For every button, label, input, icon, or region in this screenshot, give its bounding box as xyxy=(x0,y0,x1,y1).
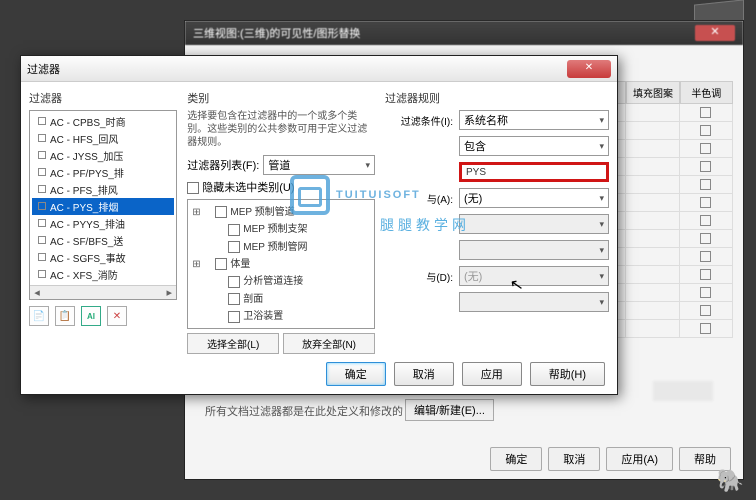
select-all-button[interactable]: 选择全部(L) xyxy=(187,333,279,354)
and2-combo: (无) xyxy=(459,266,609,286)
copy-filter-icon[interactable]: 📋 xyxy=(55,306,75,326)
filter-item[interactable]: AC - PF/PYS_排 xyxy=(32,164,174,181)
category-item[interactable]: MEP 预制管网 xyxy=(190,237,372,254)
bg-cancel-button[interactable]: 取消 xyxy=(548,447,600,471)
filter-item[interactable]: AC - SF/BFS_送 xyxy=(32,232,174,249)
category-item[interactable]: 分析管道连接 xyxy=(190,271,372,288)
tree-scrollbar[interactable]: ◂▸ xyxy=(30,285,176,299)
cancel-button[interactable]: 取消 xyxy=(394,362,454,386)
apply-button[interactable]: 应用 xyxy=(462,362,522,386)
filter-item[interactable]: AC - JYSS_加压 xyxy=(32,147,174,164)
bg-th-3: 半色调 xyxy=(680,81,733,104)
bg-arrow xyxy=(653,381,713,401)
filter-item[interactable]: AC - PFS_排风 xyxy=(32,181,174,198)
deselect-all-button[interactable]: 放弃全部(N) xyxy=(283,333,375,354)
filter-item[interactable]: AC - SGFS_事故 xyxy=(32,249,174,266)
filter-dialog: 过滤器 ✕ 过滤器 AC - CPBS_时商AC - HFS_回风AC - JY… xyxy=(20,55,618,395)
rule-value-input[interactable]: PYS xyxy=(459,162,609,182)
category-item[interactable]: 剖面 xyxy=(190,289,372,306)
watermark-sub: 腿腿教学网 xyxy=(380,215,470,235)
filter-item[interactable]: AC - CPBS_时商 xyxy=(32,113,174,130)
and-combo[interactable]: (无) xyxy=(459,188,609,208)
filter-item[interactable]: AC - XFS_消防 xyxy=(32,266,174,283)
filter-list-combo[interactable]: 管道 xyxy=(263,155,375,175)
category-item[interactable]: 卫浴装置 xyxy=(190,306,372,323)
bg-apply-button[interactable]: 应用(A) xyxy=(606,447,673,471)
filter-tree[interactable]: AC - CPBS_时商AC - HFS_回风AC - JYSS_加压AC - … xyxy=(29,110,177,300)
and2-op-combo xyxy=(459,292,609,312)
delete-filter-icon[interactable]: ✕ xyxy=(107,306,127,326)
ok-button[interactable]: 确定 xyxy=(326,362,386,386)
filter-item[interactable]: AC - PYYS_排油 xyxy=(32,215,174,232)
bg-titlebar: 三维视图:(三维)的可见性/图形替换 ✕ xyxy=(185,21,743,45)
bg-footer: 确定 取消 应用(A) 帮助 xyxy=(490,447,731,471)
dialog-titlebar[interactable]: 过滤器 ✕ xyxy=(21,56,617,82)
dialog-close-button[interactable]: ✕ xyxy=(567,60,611,78)
filter-label: 过滤器 xyxy=(29,90,177,106)
and-label: 与(A): xyxy=(385,191,453,206)
cond-combo[interactable]: 系统名称 xyxy=(459,110,609,130)
and-val-combo xyxy=(459,240,609,260)
filter-column: 过滤器 AC - CPBS_时商AC - HFS_回风AC - JYSS_加压A… xyxy=(29,90,177,354)
category-item[interactable]: MEP 预制管道 xyxy=(190,202,372,219)
bg-ok-button[interactable]: 确定 xyxy=(490,447,542,471)
bg-th-2: 填充图案 xyxy=(626,81,679,104)
filter-item[interactable]: AC - PYS_排烟 xyxy=(32,198,174,215)
and2-label: 与(D): xyxy=(385,269,453,284)
category-desc: 选择要包含在过滤器中的一个或多个类别。这些类别的公共参数可用于定义过滤器规则。 xyxy=(187,110,375,149)
filter-item[interactable]: AC - HFS_回风 xyxy=(32,130,174,147)
new-filter-icon[interactable]: 📄 xyxy=(29,306,49,326)
category-item[interactable]: MEP 预制支架 xyxy=(190,219,372,236)
bg-close-button[interactable]: ✕ xyxy=(695,25,735,41)
hide-unchecked-checkbox[interactable]: 隐藏未选中类别(U) xyxy=(187,179,294,195)
filter-list-label: 过滤器列表(F): xyxy=(187,157,259,173)
rename-filter-icon[interactable]: AI xyxy=(81,306,101,326)
category-column: 类别 选择要包含在过滤器中的一个或多个类别。这些类别的公共参数可用于定义过滤器规… xyxy=(187,90,375,354)
category-label: 类别 xyxy=(187,90,375,106)
category-item[interactable]: 体量 xyxy=(190,254,372,271)
category-list[interactable]: MEP 预制管道MEP 预制支架MEP 预制管网体量分析管道连接剖面卫浴装置参照… xyxy=(187,199,375,329)
and-op-combo xyxy=(459,214,609,234)
category-item[interactable]: 参照平面 xyxy=(190,324,372,329)
bg-edit-new-button[interactable]: 编辑/新建(E)... xyxy=(405,399,494,421)
bg-title-text: 三维视图:(三维)的可见性/图形替换 xyxy=(193,25,360,41)
rule-label: 过滤器规则 xyxy=(385,90,609,106)
brand-icon: 🐘 xyxy=(717,468,744,494)
help-button[interactable]: 帮助(H) xyxy=(530,362,605,386)
cond-label: 过滤条件(I): xyxy=(385,113,453,128)
dialog-footer: 确定 取消 应用 帮助(H) xyxy=(326,362,605,386)
dialog-title-text: 过滤器 xyxy=(27,61,60,77)
op-combo[interactable]: 包含 xyxy=(459,136,609,156)
filter-icon-row: 📄 📋 AI ✕ xyxy=(29,306,177,326)
bg-note: 所有文档过滤器都是在此处定义和修改的 xyxy=(205,403,403,419)
